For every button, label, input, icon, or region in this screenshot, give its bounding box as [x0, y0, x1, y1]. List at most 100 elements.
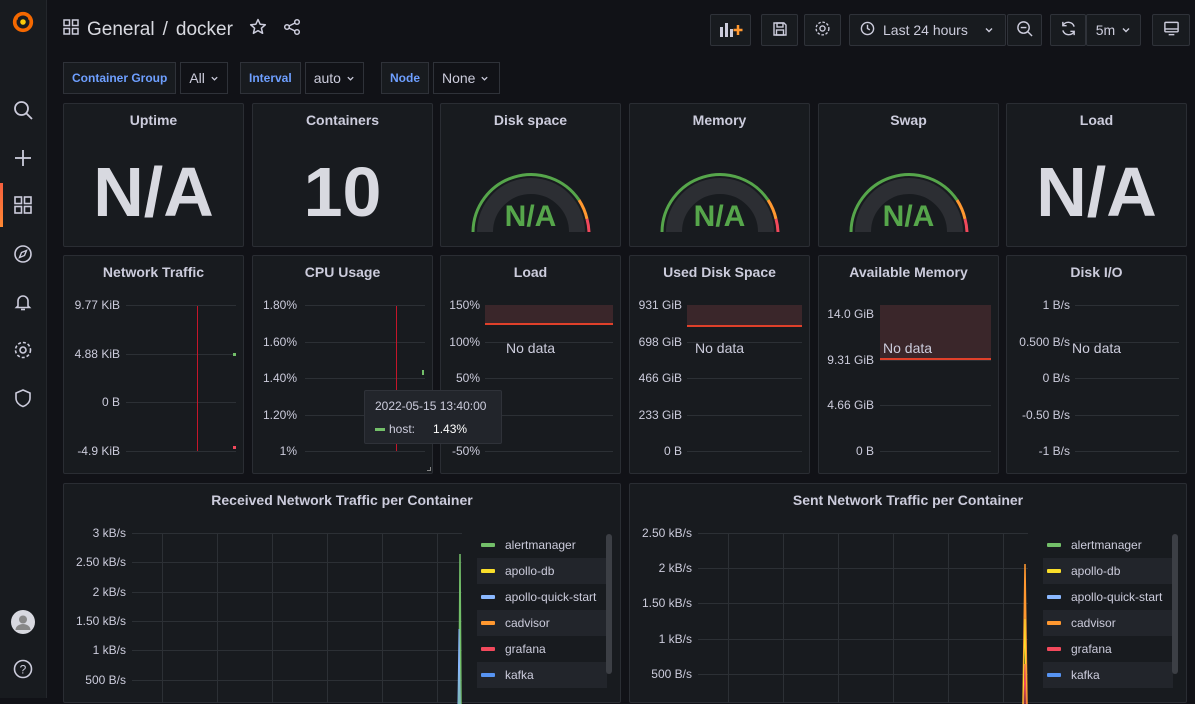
panel-received-traffic[interactable]: Received Network Traffic per Container 3…: [63, 483, 621, 704]
search-icon[interactable]: [11, 98, 35, 122]
y-tick-label: 466 GiB: [638, 371, 682, 385]
dashboards-icon[interactable]: [11, 193, 35, 217]
share-icon[interactable]: [283, 18, 301, 42]
save-icon: [772, 21, 788, 40]
variable-select[interactable]: All: [180, 62, 228, 94]
panel-disk-io[interactable]: Disk I/O 1 B/s 0.500 B/s 0 B/s -0.50 B/s…: [1006, 255, 1187, 474]
dashboard-title[interactable]: docker: [176, 19, 233, 41]
time-range-picker[interactable]: Last 24 hours: [849, 14, 1006, 46]
legend-item[interactable]: grafana: [477, 636, 607, 662]
panel-used-disk-space[interactable]: Used Disk Space 931 GiB 698 GiB 466 GiB …: [629, 255, 810, 474]
variable-node: Node None: [381, 62, 501, 95]
y-tick-label: 0 B/s: [1042, 371, 1070, 385]
shield-icon[interactable]: [11, 386, 35, 410]
panel-load-stat[interactable]: Load N/A: [1006, 103, 1187, 247]
grid-line: [305, 305, 425, 306]
grid-line: [698, 568, 1028, 569]
legend-item[interactable]: kafka: [477, 662, 607, 688]
grid-line: [698, 674, 1028, 675]
settings-button[interactable]: [804, 14, 841, 46]
legend-item[interactable]: apollo-db: [477, 558, 607, 584]
legend-item[interactable]: alertmanager: [477, 532, 607, 558]
tv-mode-button[interactable]: [1152, 14, 1190, 46]
tooltip-series: host:: [389, 422, 416, 436]
refresh-interval-picker[interactable]: 5m: [1086, 14, 1141, 46]
panel-containers[interactable]: Containers 10: [252, 103, 433, 247]
legend-label: kafka: [505, 668, 534, 682]
legend-item[interactable]: cadvisor: [477, 610, 607, 636]
panel-uptime[interactable]: Uptime N/A: [63, 103, 244, 247]
gear-icon[interactable]: [11, 338, 35, 362]
y-tick-label: 3 kB/s: [92, 526, 126, 540]
y-tick-label: -4.9 KiB: [77, 444, 120, 458]
variable-label: Container Group: [63, 62, 177, 94]
resize-handle[interactable]: [427, 467, 431, 471]
legend-swatch: [1047, 543, 1061, 547]
help-icon[interactable]: ?: [11, 657, 35, 681]
data-point: [233, 353, 236, 356]
grid-line: [880, 360, 991, 361]
variable-select[interactable]: None: [433, 62, 501, 94]
panel-available-memory[interactable]: Available Memory 14.0 GiB 9.31 GiB 4.66 …: [818, 255, 999, 474]
grid-line: [485, 451, 613, 452]
refresh-icon: [1060, 20, 1077, 40]
grid-line-v: [1003, 533, 1004, 703]
grid-line: [132, 592, 462, 593]
panel-disk-space[interactable]: Disk space N/A: [440, 103, 621, 247]
legend-swatch: [1047, 673, 1061, 677]
dashboards-icon[interactable]: [63, 19, 79, 41]
grid-line: [126, 354, 236, 355]
folder-link[interactable]: General: [87, 19, 155, 41]
grafana-logo-icon[interactable]: [11, 10, 35, 34]
avatar[interactable]: [11, 610, 35, 634]
compass-icon[interactable]: [11, 242, 35, 266]
plus-icon[interactable]: [11, 146, 35, 170]
y-tick-label: 50%: [455, 371, 480, 385]
chevron-down-icon: [346, 70, 355, 86]
legend-item[interactable]: apollo-quick-start: [477, 584, 607, 610]
legend-swatch: [1047, 595, 1061, 599]
panel-swap[interactable]: Swap N/A: [818, 103, 999, 247]
legend-scrollbar[interactable]: [1172, 534, 1178, 674]
panel-title: Swap: [890, 112, 927, 128]
y-tick-label: 500 B/s: [85, 673, 126, 687]
panel-memory[interactable]: Memory N/A: [629, 103, 810, 247]
active-indicator: [0, 183, 3, 227]
svg-text:?: ?: [20, 663, 27, 677]
grid-line: [880, 405, 991, 406]
y-tick-label: -0.50 B/s: [1021, 408, 1070, 422]
legend-swatch: [1047, 647, 1061, 651]
panel-title: Containers: [305, 112, 380, 128]
grid-line: [687, 378, 802, 379]
legend-swatch: [481, 543, 495, 547]
legend-scrollbar[interactable]: [606, 534, 612, 674]
save-button[interactable]: [761, 14, 798, 46]
y-tick-label: 1 kB/s: [92, 643, 126, 657]
zoom-out-button[interactable]: [1007, 14, 1042, 46]
panel-network-traffic[interactable]: Network Traffic 9.77 KiB 4.88 KiB 0 B -4…: [63, 255, 244, 474]
variable-select[interactable]: auto: [304, 62, 364, 94]
legend-item[interactable]: apollo-quick-start: [1043, 584, 1173, 610]
legend-swatch: [1047, 621, 1061, 625]
legend-item[interactable]: alertmanager: [1043, 532, 1173, 558]
tooltip-value: 1.43%: [433, 422, 468, 436]
add-panel-button[interactable]: [710, 14, 751, 46]
breadcrumb: General / docker: [63, 18, 301, 42]
panel-sent-traffic[interactable]: Sent Network Traffic per Container 2.50 …: [629, 483, 1187, 704]
legend-item[interactable]: kafka: [1043, 662, 1173, 688]
threshold-line: [687, 325, 802, 327]
legend-swatch: [481, 673, 495, 677]
panel-title: Network Traffic: [102, 264, 205, 280]
legend-item[interactable]: apollo-db: [1043, 558, 1173, 584]
refresh-button[interactable]: [1050, 14, 1086, 46]
star-icon[interactable]: [249, 18, 267, 42]
variable-container-group: Container Group All: [63, 62, 228, 95]
legend-item[interactable]: grafana: [1043, 636, 1173, 662]
grid-line: [126, 305, 236, 306]
data-point: [422, 370, 424, 375]
chevron-down-icon: [984, 22, 994, 38]
legend-item[interactable]: cadvisor: [1043, 610, 1173, 636]
legend-label: apollo-db: [505, 564, 555, 578]
bell-icon[interactable]: [11, 290, 35, 314]
y-tick-label: 2 kB/s: [658, 561, 692, 575]
